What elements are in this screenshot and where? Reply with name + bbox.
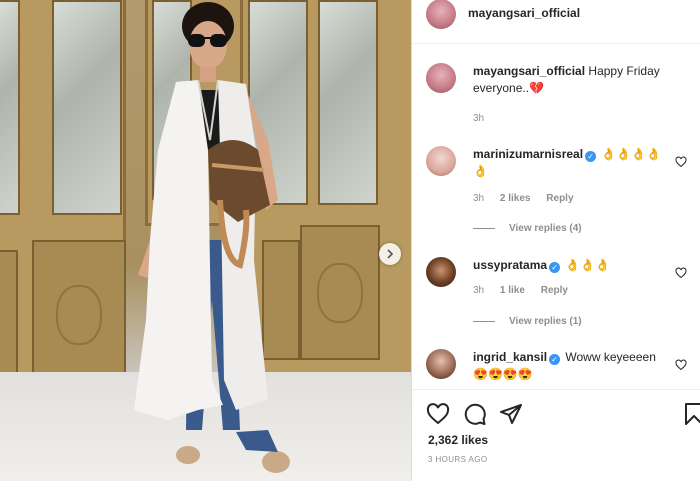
verified-badge-icon: ✓ — [549, 262, 561, 273]
divider — [473, 227, 495, 229]
post-timestamp: 3 HOURS AGO — [428, 455, 488, 464]
cabinet-glass — [52, 0, 122, 215]
comment-meta: 3h 1 like Reply — [473, 285, 581, 296]
comment-text: marinizumarnisreal ✓ 👌👌👌👌👌 — [473, 146, 673, 180]
comment-likes[interactable]: 2 likes — [500, 193, 531, 204]
avatar[interactable] — [426, 0, 456, 29]
comment-username[interactable]: ingrid_kansil — [473, 350, 547, 364]
comment-like-icon[interactable] — [675, 156, 687, 168]
comment-likes[interactable]: 1 like — [500, 285, 525, 296]
avatar[interactable] — [426, 349, 456, 379]
cabinet-panel — [32, 240, 126, 390]
comment-body: 👌👌👌 — [565, 258, 611, 272]
person-figure — [134, 2, 290, 473]
caption-text: mayangsari_official Happy Friday everyon… — [473, 63, 673, 97]
action-bar: 2,362 likes 3 HOURS AGO — [412, 389, 700, 481]
comment-username[interactable]: ussypratama — [473, 258, 547, 272]
comment-icon[interactable] — [463, 402, 487, 426]
caption-meta: 3h — [473, 113, 497, 124]
cabinet-panel — [300, 225, 380, 360]
like-count[interactable]: 2,362 likes — [428, 433, 488, 447]
heart-icon[interactable] — [426, 402, 450, 426]
caption-username[interactable]: mayangsari_official — [473, 64, 585, 78]
post-sidebar: mayangsari_official mayangsari_official … — [411, 0, 700, 481]
comment-like-icon[interactable] — [675, 267, 687, 279]
chevron-right-icon — [387, 249, 394, 259]
comment-text: ingrid_kansil ✓ Woww keyeeeen 😍😍😍😍 — [473, 349, 673, 383]
view-replies-label: View replies (4) — [509, 223, 582, 234]
comment-age: 3h — [473, 193, 485, 204]
comment-text: ussypratama ✓ 👌👌👌 — [473, 257, 673, 274]
comment-meta: 3h 2 likes Reply — [473, 193, 587, 204]
avatar[interactable] — [426, 146, 456, 176]
bookmark-icon[interactable] — [682, 402, 700, 426]
divider — [473, 320, 495, 322]
comment-username[interactable]: marinizumarnisreal — [473, 147, 583, 161]
reply-button[interactable]: Reply — [546, 193, 573, 204]
comment-age: 3h — [473, 285, 485, 296]
avatar[interactable] — [426, 257, 456, 287]
post-username[interactable]: mayangsari_official — [468, 6, 580, 20]
view-replies-label: View replies (1) — [509, 316, 582, 327]
cabinet-glass — [318, 0, 378, 205]
cabinet-glass-left — [0, 0, 20, 215]
verified-badge-icon: ✓ — [549, 354, 561, 365]
view-replies-button[interactable]: View replies (1) — [473, 316, 582, 327]
post-photo — [0, 0, 411, 481]
verified-badge-icon: ✓ — [585, 151, 597, 162]
view-replies-button[interactable]: View replies (4) — [473, 223, 582, 234]
caption-age: 3h — [473, 113, 485, 124]
share-icon[interactable] — [499, 402, 523, 426]
avatar[interactable] — [426, 63, 456, 93]
caption-emoji: 💔 — [529, 81, 544, 95]
comment-like-icon[interactable] — [675, 359, 687, 371]
reply-button[interactable]: Reply — [541, 285, 568, 296]
divider — [412, 43, 700, 44]
next-photo-button[interactable] — [379, 243, 401, 265]
